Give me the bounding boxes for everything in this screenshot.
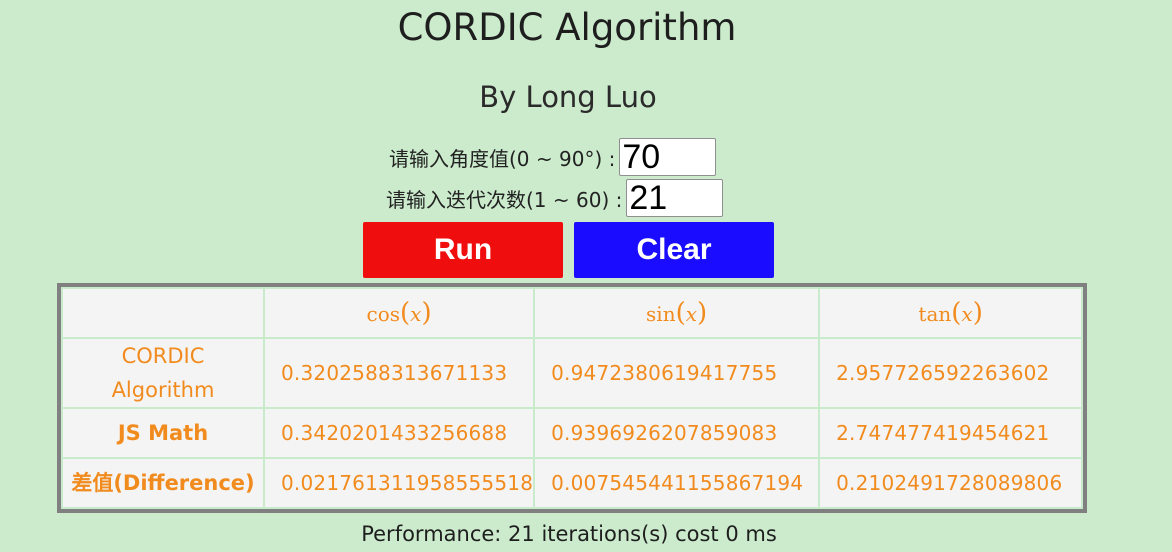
fn-arg: x [685,302,698,326]
cordic-sin-value: 0.9472380619417755 [533,337,821,409]
difference-sin-value: 0.007545441155867194 [533,457,821,509]
header-tan: tan(x) [818,287,1084,339]
fn-name: cos [366,302,401,326]
iterations-input-row: 请输入迭代次数(1 ~ 60) : [386,178,724,218]
table-header-row: cos(x) sin(x) tan(x) [61,287,1084,339]
performance-text: Performance: 21 iterations(s) cost 0 ms [361,522,777,546]
row-label-line1: CORDIC [121,344,205,368]
table-row-difference: 差值(Difference) 0.021761311958555518 0.00… [61,457,1084,509]
close-paren: ) [421,298,432,328]
results-table-container: cos(x) sin(x) tan(x) CORDIC Algorithm 0.3… [57,283,1088,513]
angle-label: 请输入角度值(0 ~ 90°) : [389,146,616,171]
row-label-line2: Algorithm [111,378,215,402]
open-paren: ( [400,298,411,328]
header-cos: cos(x) [262,287,536,339]
iterations-label: 请输入迭代次数(1 ~ 60) : [386,187,623,212]
fn-name: sin [646,302,676,326]
clear-button[interactable]: Clear [574,222,774,278]
table-row-cordic: CORDIC Algorithm 0.3202588313671133 0.947… [61,337,1084,409]
page-title: CORDIC Algorithm [397,6,737,49]
page-subtitle: By Long Luo [479,80,657,114]
fn-arg: x [961,302,973,326]
difference-cos-value: 0.021761311958555518 [262,457,536,509]
row-label-difference: 差值(Difference) [61,457,265,509]
close-paren: ) [697,298,708,328]
results-table: cos(x) sin(x) tan(x) CORDIC Algorithm 0.3… [61,287,1084,509]
angle-input[interactable] [619,138,717,176]
header-empty-cell [61,287,265,339]
cordic-tan-value: 2.957726592263602 [818,337,1084,409]
table-row-jsmath: JS Math 0.3420201433256688 0.93969262078… [61,407,1084,459]
fn-name: tan [918,302,952,326]
open-paren: ( [675,298,686,328]
open-paren: ( [951,298,962,328]
jsmath-cos-value: 0.3420201433256688 [262,407,536,459]
close-paren: ) [972,298,983,328]
iterations-input[interactable] [626,179,724,217]
fn-arg: x [410,302,422,326]
row-label-jsmath: JS Math [61,407,265,459]
header-sin: sin(x) [533,287,821,339]
angle-input-row: 请输入角度值(0 ~ 90°) : [389,137,717,177]
jsmath-tan-value: 2.747477419454621 [818,407,1084,459]
cordic-cos-value: 0.3202588313671133 [262,337,536,409]
jsmath-sin-value: 0.9396926207859083 [533,407,821,459]
difference-tan-value: 0.2102491728089806 [818,457,1084,509]
row-label-cordic: CORDIC Algorithm [61,337,265,409]
run-button[interactable]: Run [363,222,563,278]
